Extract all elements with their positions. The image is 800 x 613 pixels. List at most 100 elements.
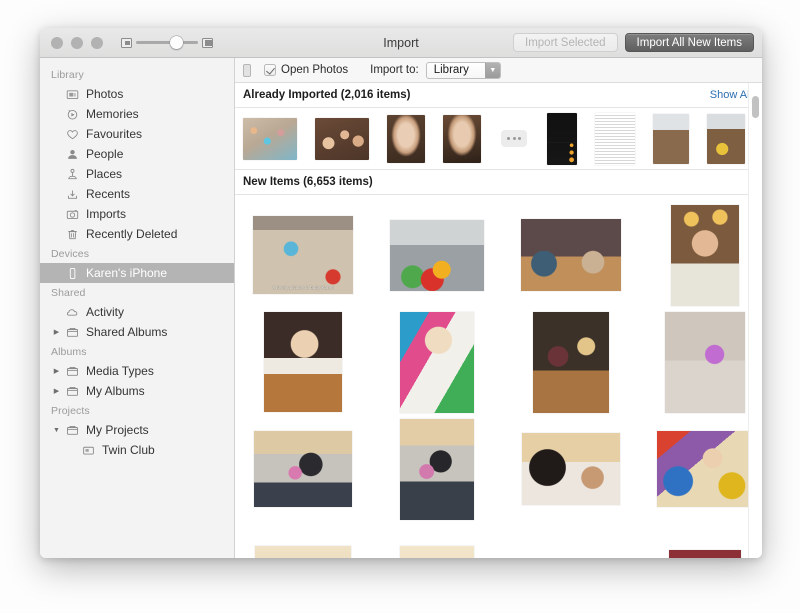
- sidebar-item-label: Twin Club: [102, 443, 155, 457]
- heart-icon: [64, 128, 80, 141]
- disclosure-collapsed-icon[interactable]: ▶: [51, 367, 62, 375]
- window-body: Library Photos Memories Favourites People Pla…: [40, 58, 762, 558]
- grid-cell[interactable]: [505, 524, 637, 558]
- sidebar-item-recents[interactable]: Recents: [40, 184, 234, 204]
- project-icon: [80, 444, 96, 457]
- toddler-on-beach-photo[interactable]: A lovely picture of baby Karen: [253, 216, 353, 294]
- thumbnail-size-slider[interactable]: [121, 36, 213, 49]
- group-crowd-photo[interactable]: [243, 117, 297, 160]
- new-items-grid[interactable]: A lovely picture of baby Karen: [235, 195, 762, 558]
- grid-cell[interactable]: [371, 203, 503, 307]
- open-photos-checkbox-row[interactable]: Open Photos: [264, 64, 348, 76]
- grid-cell[interactable]: [505, 310, 637, 414]
- grid-cell[interactable]: [237, 310, 369, 414]
- grid-cell[interactable]: [505, 417, 637, 521]
- import-selected-button[interactable]: Import Selected: [513, 33, 618, 52]
- sidebar-item-activity[interactable]: Activity: [40, 302, 234, 322]
- document-screenshot[interactable]: [595, 112, 635, 165]
- chevron-down-icon[interactable]: ▼: [484, 62, 500, 78]
- sidebar-item-label: Activity: [86, 305, 125, 319]
- sidebar[interactable]: Library Photos Memories Favourites People Pla…: [40, 58, 235, 558]
- child-closeup-photo-1[interactable]: [255, 546, 351, 558]
- grid-cell[interactable]: [639, 203, 762, 307]
- dad-with-twins-sofa-photo-1[interactable]: [254, 431, 352, 507]
- grid-cell[interactable]: [237, 524, 369, 558]
- toddler-at-table-photo[interactable]: [264, 312, 342, 412]
- zoom-button[interactable]: [91, 36, 103, 49]
- horse-arena-photo-2[interactable]: [707, 113, 745, 164]
- dad-with-twins-sofa-photo-2[interactable]: [400, 418, 474, 520]
- sidebar-item-twin-club[interactable]: Twin Club: [40, 440, 234, 460]
- sidebar-item-favourites[interactable]: Favourites: [40, 124, 234, 144]
- grid-cell[interactable]: A lovely picture of baby Karen: [237, 203, 369, 307]
- photo-caption: A lovely picture of baby Karen: [272, 285, 334, 290]
- grid-cell[interactable]: [639, 524, 762, 558]
- sidebar-group-title: Shared: [51, 287, 86, 299]
- sidebar-item-places[interactable]: Places: [40, 164, 234, 184]
- sidebar-item-karen-s-iphone[interactable]: Karen's iPhone: [40, 263, 234, 283]
- grid-cell[interactable]: [237, 417, 369, 521]
- grid-row: [235, 417, 762, 524]
- calculator-screenshot[interactable]: [547, 112, 577, 165]
- grid-cell[interactable]: [371, 310, 503, 414]
- toddler-soft-play-photo[interactable]: [400, 311, 474, 413]
- main-content: Open Photos Import to: Library ▼ Already…: [235, 58, 762, 558]
- sidebar-group-title: Albums: [51, 346, 87, 358]
- twins-in-booth-photo[interactable]: [521, 219, 621, 291]
- large-thumbnail-icon[interactable]: [202, 37, 213, 48]
- slider-track[interactable]: [136, 36, 198, 49]
- grid-cell[interactable]: [505, 203, 637, 307]
- new-items-heading: New Items (6,653 items): [243, 176, 373, 188]
- grid-cell[interactable]: [639, 310, 762, 414]
- show-all-link[interactable]: Show All: [710, 89, 752, 101]
- grid-cell[interactable]: [639, 417, 762, 521]
- sidebar-item-photos[interactable]: Photos: [40, 84, 234, 104]
- import-scroll-pane[interactable]: Already Imported (2,016 items) Show All …: [235, 83, 762, 558]
- slider-knob[interactable]: [170, 36, 183, 49]
- sidebar-item-my-albums[interactable]: ▶ My Albums: [40, 381, 234, 401]
- already-imported-strip[interactable]: [235, 108, 762, 170]
- baby-playing-living-room-photo[interactable]: [533, 311, 609, 413]
- vertical-scrollbar-knob[interactable]: [752, 96, 759, 119]
- disclosure-expanded-icon[interactable]: ▼: [51, 427, 62, 434]
- toddler-purple-tutu-photo[interactable]: [665, 311, 745, 413]
- folder-icon: [64, 365, 80, 378]
- mum-and-baby-bed-photo[interactable]: [522, 433, 620, 505]
- toddler-hands-up-highchair-photo[interactable]: [671, 204, 739, 306]
- disclosure-collapsed-icon[interactable]: ▶: [51, 387, 62, 395]
- minimize-button[interactable]: [71, 36, 83, 49]
- sidebar-item-media-types[interactable]: ▶ Media Types: [40, 361, 234, 381]
- small-thumbnail-icon[interactable]: [121, 37, 132, 48]
- sidebar-item-recently-deleted[interactable]: Recently Deleted: [40, 224, 234, 244]
- sidebar-item-shared-albums[interactable]: ▶ Shared Albums: [40, 322, 234, 342]
- sidebar-item-memories[interactable]: Memories: [40, 104, 234, 124]
- sidebar-group-title: Projects: [51, 405, 90, 417]
- baby-with-drink-photo[interactable]: [669, 550, 741, 558]
- woman-portrait-photo-2[interactable]: [443, 114, 481, 163]
- grid-cell[interactable]: [371, 524, 503, 558]
- baby-with-toys-photo[interactable]: [657, 431, 753, 507]
- kids-playground-balls-photo[interactable]: [390, 219, 484, 291]
- open-photos-checkbox[interactable]: [264, 64, 276, 76]
- already-imported-header: Already Imported (2,016 items) Show All: [235, 83, 762, 108]
- disclosure-collapsed-icon[interactable]: ▶: [51, 328, 62, 336]
- traffic-light-group: [51, 36, 103, 49]
- sidebar-item-imports[interactable]: Imports: [40, 204, 234, 224]
- sidebar-item-people[interactable]: People: [40, 144, 234, 164]
- trash-icon: [64, 228, 80, 241]
- cloud-icon: [64, 306, 80, 319]
- sidebar-item-label: Photos: [86, 87, 124, 101]
- close-button[interactable]: [51, 36, 63, 49]
- horse-arena-photo-1[interactable]: [653, 113, 689, 164]
- child-closeup-photo-2[interactable]: [400, 546, 474, 558]
- vertical-scrollbar[interactable]: [752, 87, 759, 558]
- download-icon: [64, 188, 80, 201]
- import-to-select[interactable]: Library ▼: [425, 61, 501, 79]
- import-all-new-items-button[interactable]: Import All New Items: [624, 33, 754, 52]
- family-selfie-photo[interactable]: [315, 117, 369, 160]
- grid-cell[interactable]: [371, 417, 503, 521]
- sidebar-item-label: My Projects: [86, 423, 149, 437]
- woman-portrait-photo-1[interactable]: [387, 114, 425, 163]
- more-items-ellipsis-icon[interactable]: [501, 130, 527, 147]
- sidebar-item-my-projects[interactable]: ▼ My Projects: [40, 420, 234, 440]
